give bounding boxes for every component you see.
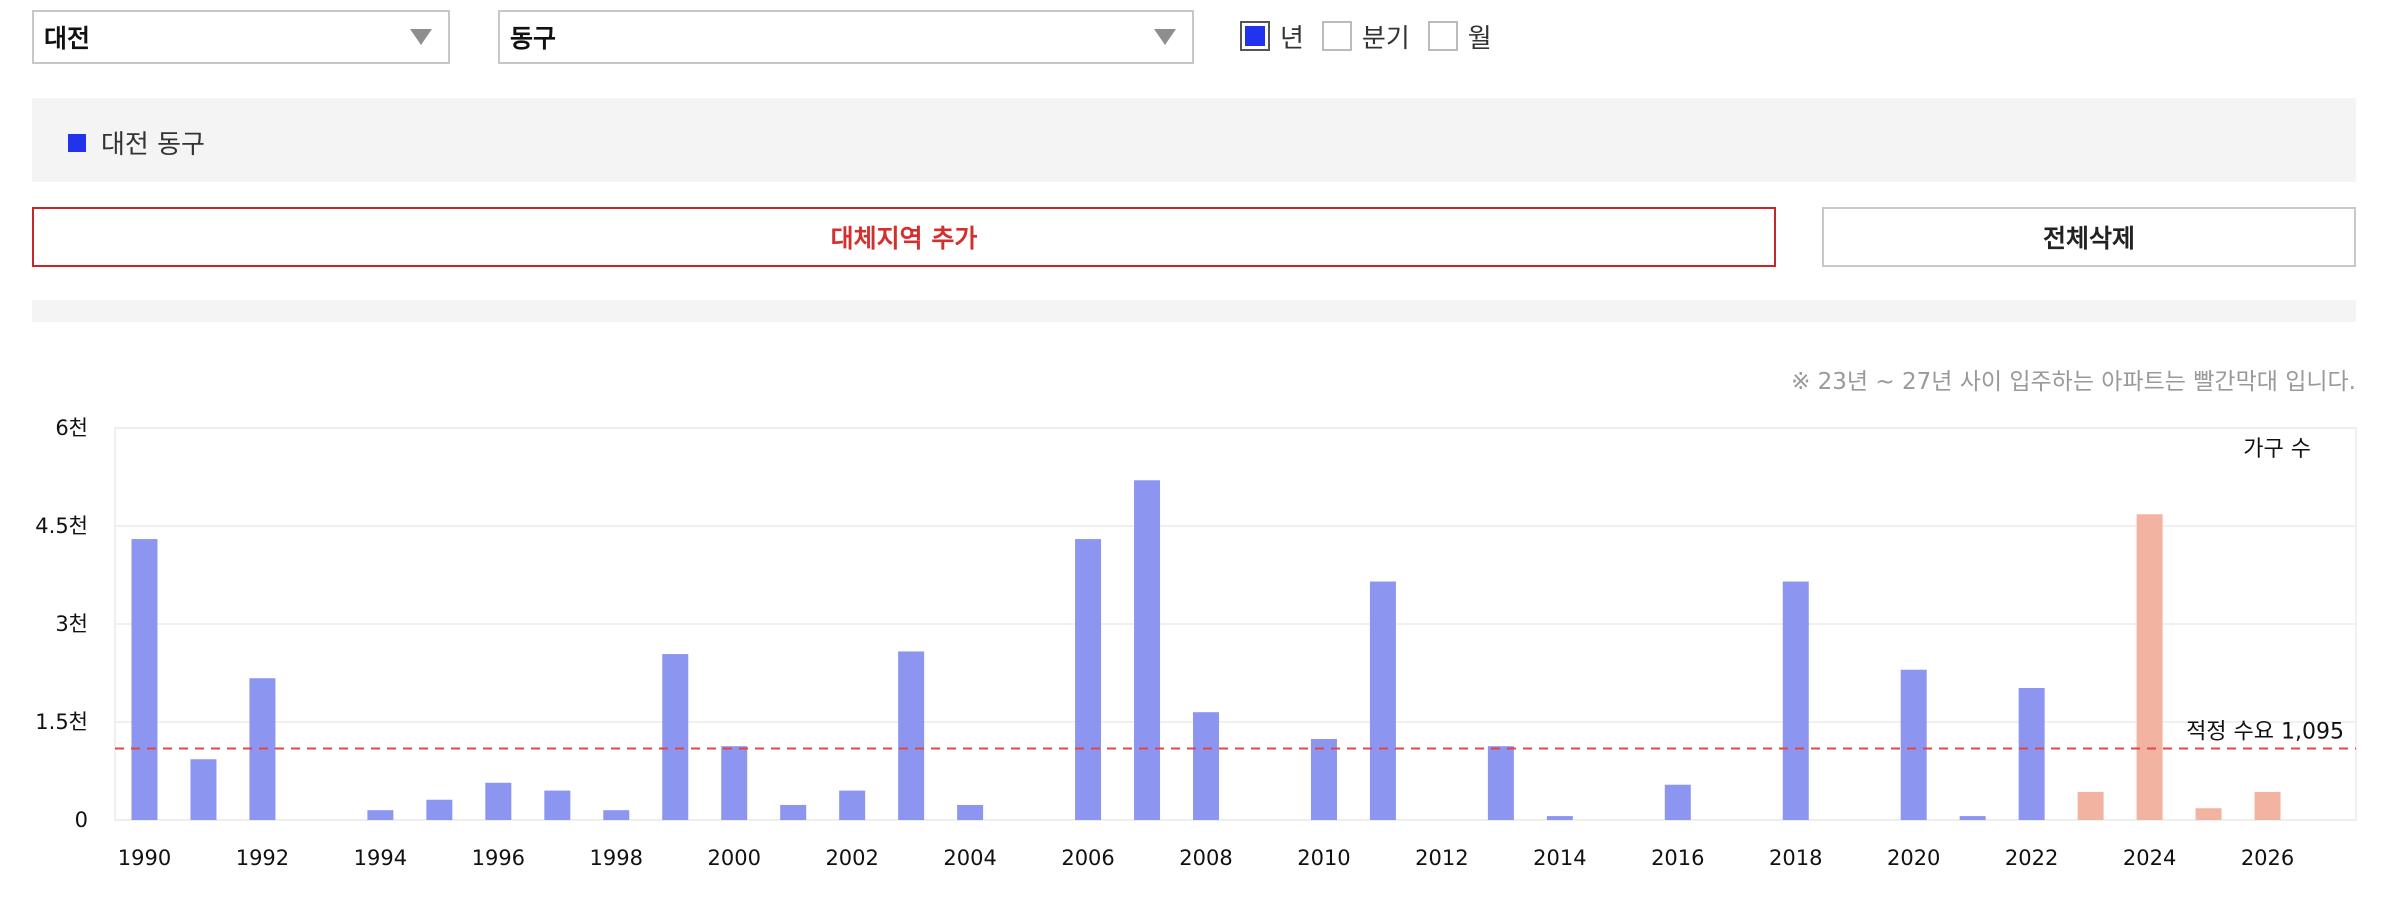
selected-regions-panel: 대전 동구 <box>32 98 2356 182</box>
legend-label: 대전 동구 <box>101 130 205 160</box>
y-tick-label: 3천 <box>55 612 88 636</box>
bar-1991 <box>190 759 217 820</box>
x-tick-label: 2016 <box>1651 846 1704 870</box>
y-tick-label: 1.5천 <box>35 710 88 734</box>
legend-item: 대전 동구 <box>68 124 205 161</box>
supply-bar-chart: 0 1.5천 3천 4.5천 6천 1990 1992 1994 1996 1998 2000 200… <box>35 416 2357 870</box>
bar-2023 <box>2077 791 2104 820</box>
bar-2024 <box>2136 514 2163 820</box>
divider-strip <box>32 300 2356 322</box>
district-select-value: 동구 <box>510 24 557 53</box>
bar-1994 <box>367 810 394 820</box>
clear-all-button[interactable]: 전체삭제 <box>1822 207 2356 267</box>
chevron-down-icon <box>410 29 432 45</box>
x-tick-label: 2002 <box>825 846 878 870</box>
x-tick-label: 1996 <box>472 846 525 870</box>
bar-1995 <box>426 799 453 820</box>
y-tick-label: 6천 <box>55 416 88 440</box>
unit-label: 가구 수 <box>2243 437 2311 462</box>
bar-2002 <box>839 790 866 820</box>
bar-2013 <box>1487 746 1514 820</box>
bar-2014 <box>1546 816 1573 820</box>
add-alternative-region-button[interactable]: 대체지역 추가 <box>32 207 1776 267</box>
bar-2016 <box>1664 784 1691 820</box>
x-tick-label: 2020 <box>1887 846 1940 870</box>
bar-2025 <box>2195 808 2222 820</box>
bar-2026 <box>2254 791 2281 820</box>
bar-1996 <box>485 782 512 820</box>
x-tick-label: 2004 <box>943 846 996 870</box>
bar-2022 <box>2018 688 2045 820</box>
y-tick-label: 0 <box>75 808 88 832</box>
x-tick-label: 2014 <box>1533 846 1586 870</box>
x-tick-label: 2026 <box>2241 846 2294 870</box>
forecast-note: ※ 23년 ~ 27년 사이 입주하는 아파트는 빨간막대 입니다. <box>1791 369 2356 395</box>
bar-1998 <box>603 810 630 820</box>
bar-2011 <box>1369 581 1396 820</box>
x-tick-label: 1992 <box>236 846 289 870</box>
x-tick-label: 1998 <box>590 846 643 870</box>
bar-2001 <box>780 804 807 820</box>
period-label: 년 <box>1280 23 1304 54</box>
period-option-month[interactable]: 월 <box>1427 18 1492 55</box>
bar-2018 <box>1782 581 1809 820</box>
x-tick-label: 2024 <box>2123 846 2176 870</box>
x-tick-label: 2008 <box>1179 846 1232 870</box>
checkbox[interactable] <box>1240 21 1270 51</box>
legend-swatch <box>68 133 86 152</box>
bar-2000 <box>721 746 748 820</box>
x-tick-label: 2018 <box>1769 846 1822 870</box>
x-tick-label: 1994 <box>354 846 407 870</box>
period-option-year[interactable]: 년 <box>1240 18 1304 55</box>
bar-1990 <box>131 539 158 820</box>
city-select[interactable]: 대전 <box>32 10 450 64</box>
chevron-down-icon <box>1154 29 1176 45</box>
x-tick-label: 2012 <box>1415 846 1468 870</box>
period-label: 월 <box>1467 23 1492 54</box>
city-select-value: 대전 <box>44 24 91 53</box>
bar-2006 <box>1075 539 1102 820</box>
bar-2003 <box>898 651 925 820</box>
bar-2004 <box>957 804 984 820</box>
period-label: 분기 <box>1361 23 1410 54</box>
x-tick-label: 2000 <box>707 846 760 870</box>
period-options: 년 분기 월 <box>1240 14 1510 58</box>
y-tick-label: 4.5천 <box>35 514 88 538</box>
x-tick-label: 2010 <box>1297 846 1350 870</box>
bar-1997 <box>544 790 571 820</box>
bar-2021 <box>1959 816 1986 820</box>
x-tick-label: 2006 <box>1061 846 1114 870</box>
bar-2008 <box>1193 712 1220 820</box>
bar-2010 <box>1310 738 1337 820</box>
district-select[interactable]: 동구 <box>498 10 1194 64</box>
checkbox[interactable] <box>1321 21 1352 51</box>
x-tick-label: 2022 <box>2005 846 2058 870</box>
bar-2007 <box>1134 480 1161 820</box>
x-tick-label: 1990 <box>118 846 171 870</box>
period-option-quarter[interactable]: 분기 <box>1321 18 1410 55</box>
bar-2020 <box>1900 669 1927 820</box>
checkbox[interactable] <box>1427 21 1458 51</box>
reference-line-label: 적정 수요 1,095 <box>2186 719 2344 744</box>
bar-1999 <box>662 654 689 820</box>
